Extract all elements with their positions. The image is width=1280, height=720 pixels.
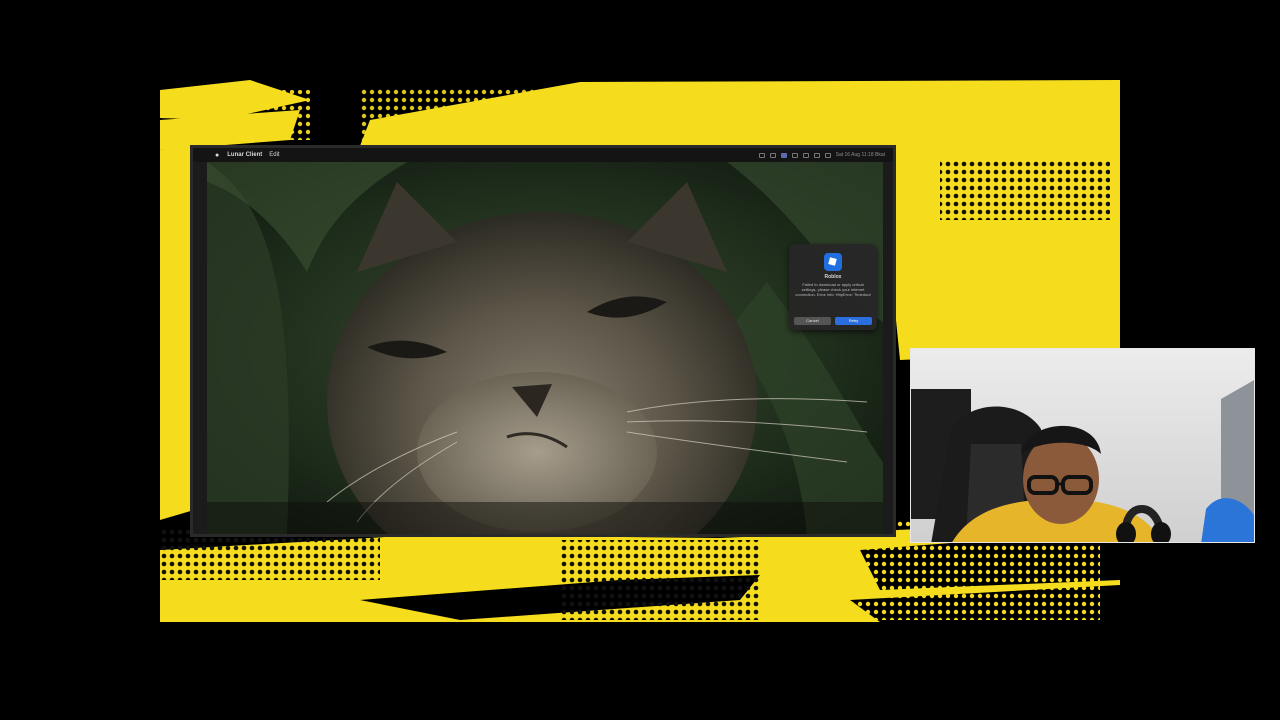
notification-buttons: Cancel Retry — [794, 317, 872, 325]
notification-title: Roblox — [824, 274, 842, 280]
roblox-icon — [824, 253, 842, 271]
cancel-button[interactable]: Cancel — [794, 317, 831, 325]
tray-icon-3[interactable] — [791, 152, 798, 158]
tray-icon-2[interactable] — [769, 152, 776, 158]
apple-icon[interactable]: ● — [215, 152, 219, 159]
notification-message: Failed to download or apply critical set… — [795, 282, 871, 297]
roblox-notification: Roblox Failed to download or apply criti… — [789, 244, 877, 330]
tray-icon-1[interactable] — [758, 152, 765, 158]
retry-button[interactable]: Retry — [835, 317, 872, 325]
control-center-icon[interactable] — [824, 152, 831, 158]
cat-wallpaper — [207, 162, 883, 534]
menu-clock[interactable]: Sat 16 Aug 11:18 Bkat — [836, 152, 885, 158]
menu-edit[interactable]: Edit — [269, 152, 279, 158]
mac-screen: ● Lunar Client Edit Sat 16 Aug 11:18 Bka… — [190, 145, 896, 537]
tray-icon-active[interactable] — [780, 152, 787, 158]
menu-app-name[interactable]: Lunar Client — [227, 152, 262, 158]
wifi-icon[interactable] — [813, 152, 820, 158]
video-frame: ● Lunar Client Edit Sat 16 Aug 11:18 Bka… — [0, 0, 1280, 720]
menu-bar: ● Lunar Client Edit Sat 16 Aug 11:18 Bka… — [193, 148, 893, 162]
webcam-overlay — [910, 348, 1255, 543]
battery-icon[interactable] — [802, 152, 809, 158]
status-tray: Sat 16 Aug 11:18 Bkat — [758, 152, 885, 158]
